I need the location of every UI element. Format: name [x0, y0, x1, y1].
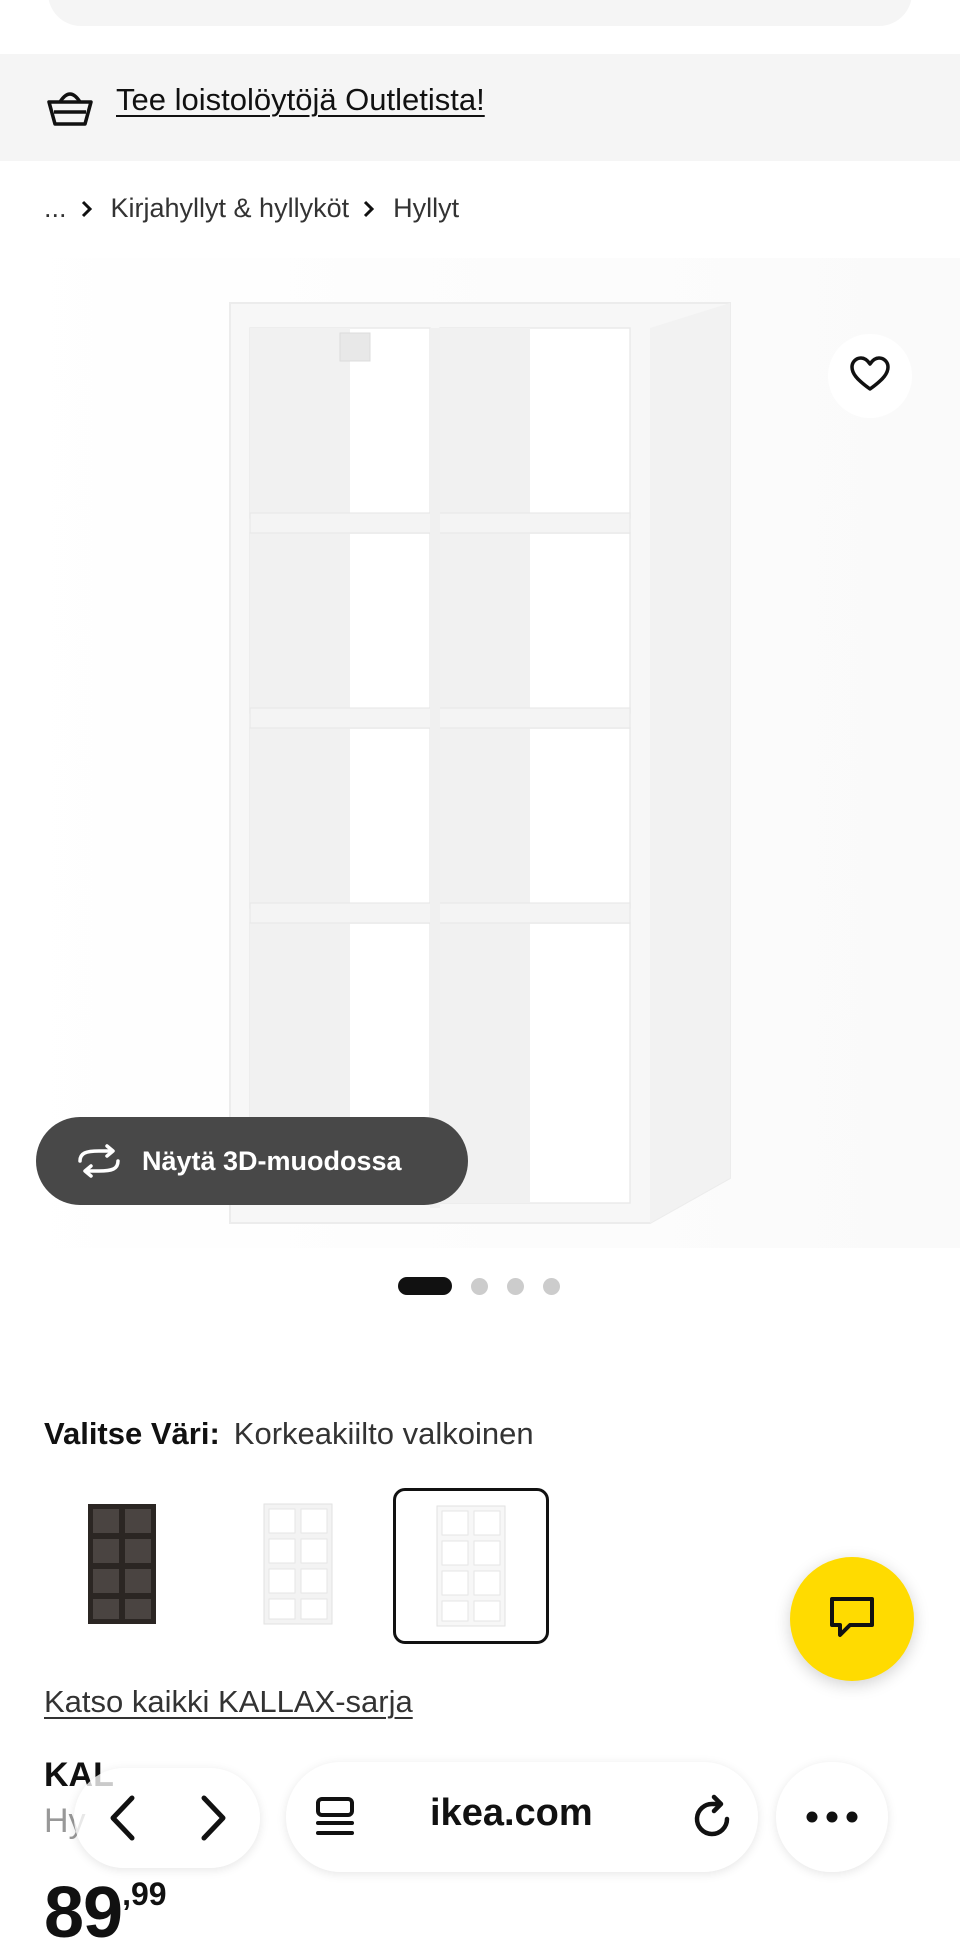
- carousel-dot[interactable]: [507, 1277, 524, 1295]
- color-label: Valitse Väri:: [44, 1416, 220, 1451]
- chevron-left-icon[interactable]: [96, 1792, 148, 1844]
- reload-icon[interactable]: [686, 1790, 740, 1844]
- breadcrumb-item-ellipsis[interactable]: ...: [44, 193, 67, 224]
- series-link[interactable]: Katso kaikki KALLAX-sarja: [44, 1684, 413, 1720]
- chevron-right-icon: [75, 190, 103, 226]
- carousel-dot[interactable]: [543, 1277, 560, 1295]
- color-swatch-black-brown[interactable]: [46, 1488, 198, 1640]
- rotate-3d-icon: [74, 1144, 124, 1178]
- search-bar[interactable]: [48, 0, 912, 26]
- view-3d-label: Näytä 3D-muodossa: [142, 1145, 402, 1176]
- breadcrumb: ... Kirjahyllyt & hyllyköt Hyllyt: [44, 190, 459, 226]
- color-swatch-high-gloss-white[interactable]: [393, 1488, 549, 1644]
- url-text: ikea.com: [430, 1792, 593, 1834]
- outlet-link[interactable]: Tee loistolöytöjä Outletista!: [116, 82, 485, 118]
- color-selector-header: Valitse Väri: Korkeakiilto valkoinen: [44, 1416, 534, 1452]
- heart-icon: [850, 355, 890, 397]
- shopping-basket-icon: [46, 88, 94, 128]
- browser-nav-group: [74, 1768, 260, 1868]
- breadcrumb-item-shelves[interactable]: Hyllyt: [393, 193, 459, 224]
- carousel-dot[interactable]: [471, 1277, 488, 1295]
- product-image[interactable]: [0, 258, 960, 1248]
- chevron-right-icon: [357, 190, 385, 226]
- carousel-dot-active[interactable]: [398, 1277, 452, 1295]
- product-price: 89,99: [44, 1872, 167, 1954]
- chat-icon: [828, 1595, 876, 1644]
- favorite-button[interactable]: [828, 334, 912, 418]
- price-decimals: ,99: [122, 1876, 167, 1912]
- more-button[interactable]: [776, 1762, 888, 1872]
- breadcrumb-item-bookcases[interactable]: Kirjahyllyt & hyllyköt: [111, 193, 350, 224]
- address-bar[interactable]: ikea.com: [286, 1762, 758, 1872]
- color-value: Korkeakiilto valkoinen: [233, 1416, 534, 1451]
- reader-icon[interactable]: [310, 1792, 362, 1842]
- color-swatch-white[interactable]: [222, 1488, 374, 1640]
- carousel-indicator: [398, 1276, 579, 1296]
- view-3d-button[interactable]: Näytä 3D-muodossa: [36, 1117, 468, 1205]
- chat-button[interactable]: [790, 1557, 914, 1681]
- price-integer: 89: [44, 1873, 123, 1953]
- more-icon: [802, 1806, 862, 1828]
- chevron-right-icon[interactable]: [188, 1792, 240, 1844]
